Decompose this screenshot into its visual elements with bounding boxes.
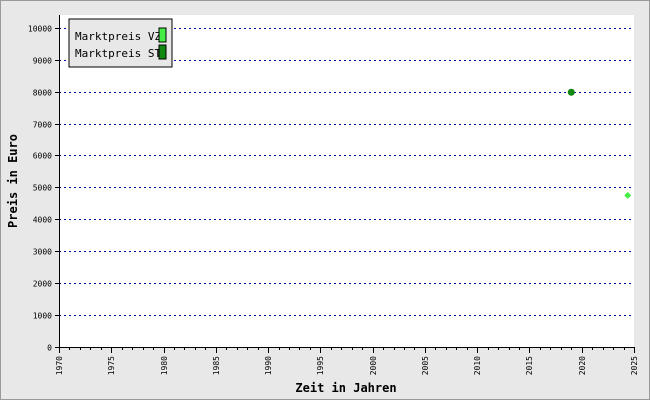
y-tick-label: 1000 bbox=[33, 312, 52, 321]
x-tick-label: 2005 bbox=[421, 356, 430, 375]
y-tick-label: 6000 bbox=[33, 152, 52, 161]
x-tick-label: 2010 bbox=[473, 356, 482, 375]
x-tick-label: 1970 bbox=[55, 356, 64, 375]
data-point-st bbox=[567, 88, 575, 96]
x-tick-label: 1985 bbox=[212, 356, 221, 375]
y-tick-label: 8000 bbox=[33, 89, 52, 98]
legend-swatch-st bbox=[158, 44, 167, 60]
x-tick-label: 1990 bbox=[264, 356, 273, 375]
legend-label-st: Marktpreis ST bbox=[75, 47, 161, 60]
legend: Marktpreis VZ Marktpreis ST bbox=[68, 18, 173, 68]
y-tick-label: 9000 bbox=[33, 57, 52, 66]
x-tick-label: 2000 bbox=[369, 356, 378, 375]
y-axis-title: Preis in Euro bbox=[6, 134, 20, 228]
x-tick-label: 1975 bbox=[107, 356, 116, 375]
x-tick-label: 1995 bbox=[316, 356, 325, 375]
legend-label-vz: Marktpreis VZ bbox=[75, 30, 161, 43]
legend-swatch-vz bbox=[158, 27, 167, 43]
y-tick-label: 3000 bbox=[33, 248, 52, 257]
y-tick-label: 2000 bbox=[33, 280, 52, 289]
y-tick-label: 0 bbox=[47, 344, 52, 353]
y-tick-label: 7000 bbox=[33, 121, 52, 130]
x-tick-label: 1980 bbox=[160, 356, 169, 375]
x-tick-label: 2015 bbox=[525, 356, 534, 375]
y-tick-label: 5000 bbox=[33, 184, 52, 193]
y-tick-label: 4000 bbox=[33, 216, 52, 225]
x-tick-label: 2020 bbox=[578, 356, 587, 375]
x-tick-label: 2025 bbox=[630, 356, 639, 375]
y-tick-label: 10000 bbox=[28, 25, 52, 34]
x-axis-title: Zeit in Jahren bbox=[295, 381, 396, 395]
chart-canvas: 0 1000 2000 3000 4000 5000 6000 7000 8000 9000 100… bbox=[6, 15, 639, 395]
